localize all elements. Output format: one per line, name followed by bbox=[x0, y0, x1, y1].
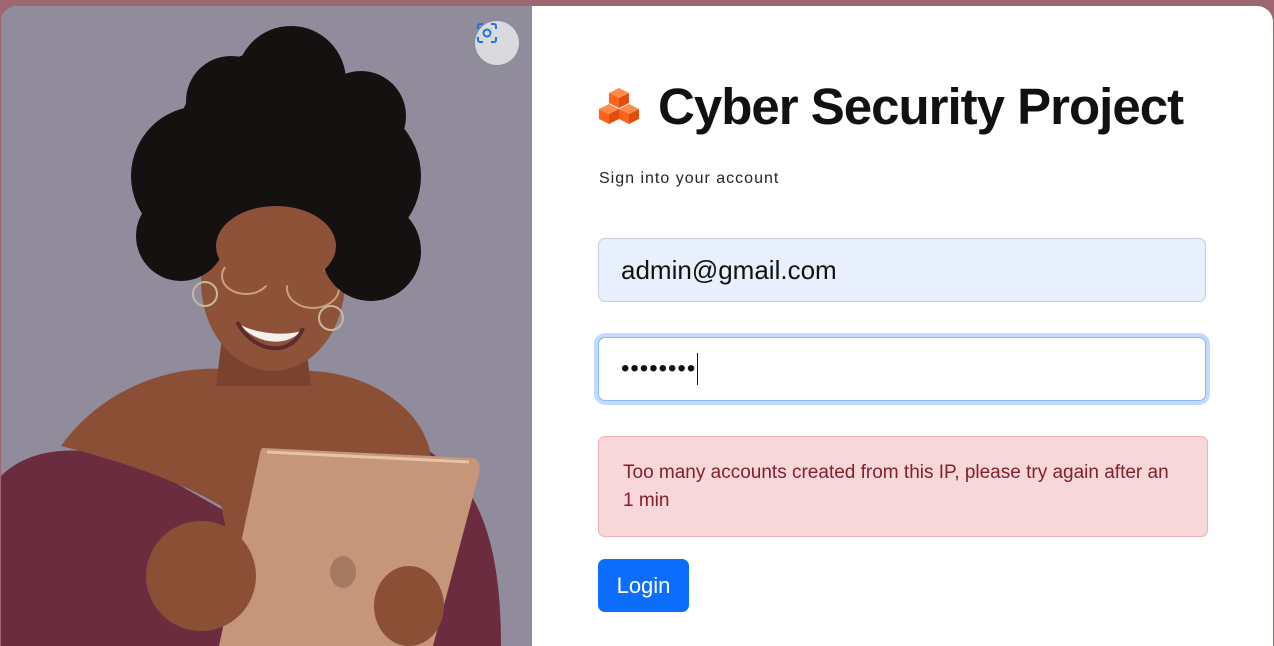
visual-search-icon bbox=[477, 23, 497, 43]
password-field[interactable]: •••••••• bbox=[598, 337, 1206, 401]
error-alert: Too many accounts created from this IP, … bbox=[598, 436, 1208, 537]
form-subtitle: Sign into your account bbox=[599, 170, 780, 187]
error-message: Too many accounts created from this IP, … bbox=[623, 462, 1169, 511]
password-value: •••••••• bbox=[621, 355, 697, 382]
page-title: Cyber Security Project bbox=[658, 77, 1184, 135]
person-with-tablet-illustration bbox=[1, 6, 532, 646]
text-cursor bbox=[697, 353, 699, 385]
hero-photo bbox=[1, 6, 532, 646]
login-card: Cyber Security Project Sign into your ac… bbox=[1, 6, 1273, 646]
brand-header: Cyber Security Project bbox=[598, 76, 1184, 136]
email-value: admin@gmail.com bbox=[621, 254, 837, 285]
email-field[interactable]: admin@gmail.com bbox=[598, 238, 1206, 302]
login-button[interactable]: Login bbox=[598, 559, 689, 612]
visual-search-button[interactable] bbox=[475, 21, 519, 65]
cubes-icon bbox=[599, 88, 639, 124]
